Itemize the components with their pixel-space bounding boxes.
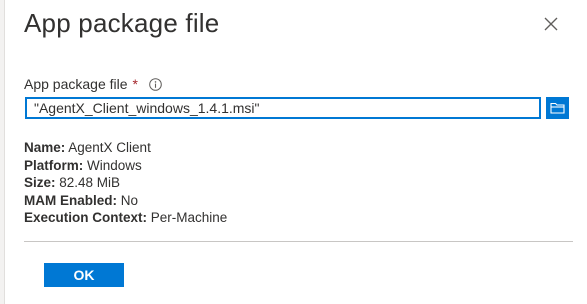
close-button[interactable] — [543, 16, 559, 32]
detail-row-execution-context: Execution Context: Per-Machine — [24, 210, 228, 226]
browse-file-button[interactable] — [546, 97, 569, 119]
detail-row-mam-enabled: MAM Enabled: No — [24, 192, 139, 208]
info-icon[interactable] — [149, 77, 162, 91]
app-package-file-input[interactable] — [25, 97, 541, 119]
detail-row-name: Name: AgentX Client — [24, 140, 151, 155]
detail-row-platform: Platform: Windows — [24, 157, 142, 173]
folder-icon — [550, 102, 565, 114]
panel-title: App package file — [24, 8, 220, 38]
package-details: Name: AgentX Client Platform: Windows Si… — [24, 139, 227, 227]
ok-button[interactable]: OK — [44, 263, 124, 287]
app-package-file-label: App package file * — [24, 76, 162, 92]
detail-row-size: Size: 82.48 MiB — [24, 175, 121, 191]
required-indicator: * — [132, 76, 138, 92]
footer-divider — [24, 241, 573, 242]
app-package-file-panel: App package file App package file * Name… — [4, 0, 587, 304]
field-label-text: App package file — [24, 76, 128, 92]
close-icon — [544, 17, 558, 31]
